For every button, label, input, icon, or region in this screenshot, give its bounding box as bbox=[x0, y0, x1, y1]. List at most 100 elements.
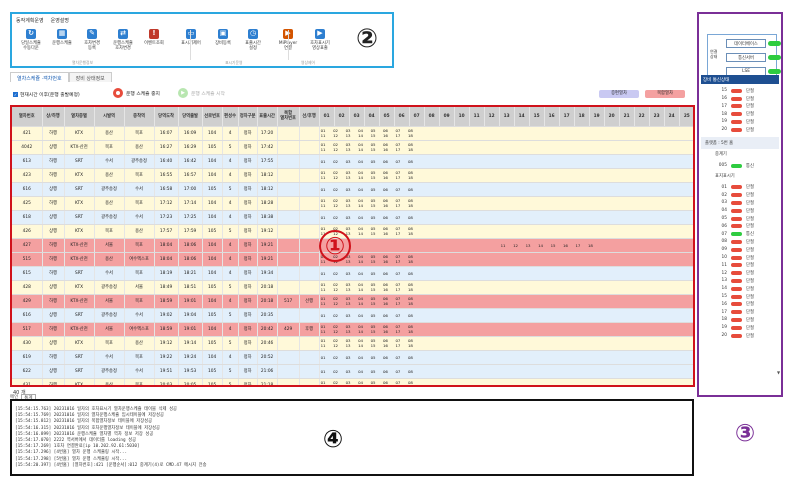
table-row[interactable]: 618 상행 SRT 광주송정 수서 17:23 17:25 104 4 정차 18:38 01 02… bbox=[12, 210, 693, 225]
column-header[interactable]: 상/하행 bbox=[42, 107, 65, 127]
section-header[interactable]: 플랫폼 : 5번 홈 bbox=[701, 136, 779, 149]
table-cell: 광주송정 bbox=[94, 210, 125, 225]
toolbar-button-alert[interactable]: ! 이벤트조회 bbox=[140, 29, 168, 46]
table-row[interactable]: 619 하행 SRT 수서 목포 19:22 19:24 104 4 정차 20:52 01 02 0… bbox=[12, 350, 693, 365]
table-row[interactable]: 622 상행 SRT 광주송정 수서 19:51 19:53 105 5 정차 21:06 01 02… bbox=[12, 364, 693, 379]
column-header[interactable]: 당역출발 bbox=[178, 107, 203, 127]
table-cell: 105 bbox=[202, 182, 223, 197]
column-header[interactable]: 시발역 bbox=[94, 107, 125, 127]
column-header[interactable]: 표출시간 bbox=[257, 107, 278, 127]
table-cell: KTX-산천 bbox=[64, 294, 95, 309]
column-header[interactable]: 11 bbox=[469, 107, 485, 127]
table-cell: 정차 bbox=[238, 280, 258, 295]
table-cell: KTX bbox=[64, 168, 95, 183]
scroll-down-icon[interactable]: ▼ bbox=[777, 370, 781, 380]
toolbar-button-edit[interactable]: ✎ 호차변경 등록 bbox=[78, 29, 106, 51]
table-row[interactable]: 515 하행 KTX-산천 용산 여수엑스포 18:04 18:06 104 4 정차 19:21 0… bbox=[12, 252, 693, 267]
table-row[interactable]: 430 상행 KTX 목포 용산 19:12 19:14 105 5 정차 20:46 01 02 0… bbox=[12, 336, 693, 351]
table-row[interactable]: 616 상행 SRT 광주송정 수서 16:58 17:00 105 5 정차 18:12 01 02… bbox=[12, 182, 693, 197]
column-header[interactable]: 12 bbox=[484, 107, 500, 127]
column-header[interactable]: 당역도착 bbox=[154, 107, 179, 127]
column-header[interactable]: 16 bbox=[544, 107, 560, 127]
stop-schedule-button[interactable]: 운행 스케쥴 중지 bbox=[113, 88, 160, 98]
table-cell: 5 bbox=[222, 364, 239, 379]
column-header[interactable]: 14 bbox=[514, 107, 530, 127]
table-row[interactable]: 431 하행 KTX 용산 목포 20:03 20:05 105 5 정차 21:18 01 02 0… bbox=[12, 378, 693, 385]
section-header[interactable]: 중계기 bbox=[701, 151, 779, 157]
table-row[interactable]: 616 상행 SRT 광주송정 수서 19:02 19:04 105 5 정차 20:35 01 02… bbox=[12, 308, 693, 323]
column-header[interactable]: 21 bbox=[619, 107, 635, 127]
status-led-icon bbox=[731, 112, 742, 117]
table-cell: 17:25 bbox=[178, 210, 203, 225]
column-header[interactable]: 19 bbox=[589, 107, 605, 127]
column-header[interactable]: 22 bbox=[634, 107, 650, 127]
column-header[interactable]: 18 bbox=[574, 107, 590, 127]
table-cell: 광주송정 bbox=[94, 182, 125, 197]
column-header[interactable]: 08 bbox=[424, 107, 440, 127]
table-row[interactable]: 429 하행 KTX-산천 서울 목포 18:59 19:01 104 4 정차 20:18 517 선… bbox=[12, 294, 693, 309]
table-cell: 상행 bbox=[42, 224, 65, 239]
column-header[interactable]: 02 bbox=[334, 107, 350, 127]
toolbar-button-swap[interactable]: ⇄ 운행스케쥴 호차변경 bbox=[109, 29, 137, 51]
after-now-checkbox[interactable]: ✓ 현재시간 이후(운행 출발예정) bbox=[13, 91, 80, 98]
table-cell: 상행 bbox=[42, 210, 65, 225]
table-cell: 정차 bbox=[238, 168, 258, 183]
column-header[interactable]: 24 bbox=[664, 107, 680, 127]
column-header[interactable]: 복합 열차번호 bbox=[277, 107, 300, 127]
tab-schedule[interactable]: 열차스케쥴 ·객차번호 bbox=[10, 72, 69, 82]
table-row[interactable]: 423 하행 KTX 용산 목포 16:55 16:57 104 4 정차 18:12 01 02 0… bbox=[12, 168, 693, 183]
column-header[interactable]: 07 bbox=[409, 107, 425, 127]
table-row[interactable]: 4042 상행 KTX-산천 목포 용산 16:27 16:29 105 5 정차 17:42 01 … bbox=[12, 140, 693, 155]
column-header[interactable]: 편성수 bbox=[222, 107, 239, 127]
column-header[interactable]: 05 bbox=[379, 107, 395, 127]
toolbar-button-monitor[interactable]: ▭표시기제어 bbox=[177, 29, 205, 46]
conn-item: 데이터베이스 bbox=[726, 39, 766, 48]
table-row[interactable]: 428 상행 KTX 광주송정 서울 18:49 18:51 105 5 정차 20:18 01 02… bbox=[12, 280, 693, 295]
toolbar-button-refresh[interactable]: ↻ 당일스케쥴 수동다운 bbox=[17, 29, 45, 51]
toolbar-button-calendar[interactable]: ▦ 운행스케쥴 bbox=[48, 29, 76, 46]
column-header[interactable]: 종착역 bbox=[124, 107, 155, 127]
column-header[interactable]: 15 bbox=[529, 107, 545, 127]
column-header[interactable]: 01 bbox=[319, 107, 335, 127]
column-header[interactable]: 23 bbox=[649, 107, 665, 127]
log-panel: [15:54:15.763] 20231016 일자의 호차표시기 열차운행스케… bbox=[10, 399, 694, 476]
column-header[interactable]: 열차번호 bbox=[12, 107, 43, 127]
table-row[interactable]: 425 하행 KTX 용산 목포 17:12 17:14 104 4 정차 18:28 01 02 0… bbox=[12, 196, 693, 211]
car-order-cell: 01 02 03 04 05 06 07 0811 12 13 14 15 16… bbox=[319, 196, 693, 211]
menu-item[interactable]: 운영설명 bbox=[51, 17, 69, 24]
device-row: 09 단절 bbox=[713, 246, 773, 254]
column-header[interactable]: 선로번호 bbox=[202, 107, 223, 127]
column-header[interactable]: 10 bbox=[454, 107, 470, 127]
column-header[interactable]: 17 bbox=[559, 107, 575, 127]
tab-device-status[interactable]: 장비 상태정보 bbox=[68, 72, 112, 82]
toolbar-button-video[interactable]: ▶ 호차표시기 영상표출 bbox=[306, 29, 334, 51]
table-cell: 하행 bbox=[42, 196, 65, 211]
column-header[interactable]: 25 bbox=[679, 107, 693, 127]
column-header[interactable]: 열차종별 bbox=[64, 107, 95, 127]
toolbar-button-device[interactable]: ▣ 장비등록 bbox=[209, 29, 237, 46]
column-header[interactable]: 선/후행 bbox=[299, 107, 320, 127]
column-header[interactable]: 정차구분 bbox=[238, 107, 258, 127]
column-header[interactable]: 06 bbox=[394, 107, 410, 127]
table-row[interactable]: 517 하행 KTX-산천 서울 여수엑스포 18:59 19:01 104 4 정차 20:42 4… bbox=[12, 322, 693, 337]
column-header[interactable]: 09 bbox=[439, 107, 455, 127]
device-number: 17 bbox=[721, 103, 727, 109]
table-row[interactable]: 613 하행 SRT 수서 광주송정 16:40 16:42 104 4 정차 17:55 01 02… bbox=[12, 154, 693, 169]
table-cell: 상행 bbox=[42, 280, 65, 295]
table-row[interactable]: 615 하행 SRT 수서 목포 18:19 18:21 104 4 정차 19:34 01 02 0… bbox=[12, 266, 693, 281]
status-led-icon bbox=[731, 286, 742, 291]
device-row: 06 단절 bbox=[713, 223, 773, 231]
table-row[interactable]: 427 하행 KTX-산천 서울 목포 18:04 18:06 104 4 정차 19:21 11 1… bbox=[12, 238, 693, 253]
column-header[interactable]: 20 bbox=[604, 107, 620, 127]
table-cell: 4 bbox=[222, 322, 239, 337]
column-header[interactable]: 03 bbox=[349, 107, 365, 127]
start-schedule-button[interactable]: ▶ 운행 스케쥴 시작 bbox=[178, 88, 225, 98]
menu-item[interactable]: 동작계획운영 bbox=[16, 17, 44, 24]
column-header[interactable]: 04 bbox=[364, 107, 380, 127]
table-cell: 목포 bbox=[94, 140, 125, 155]
toolbar-button-clock[interactable]: ◷ 표출시간 설정 bbox=[239, 29, 267, 51]
table-row[interactable]: 421 하행 KTX 용산 목포 16:07 16:09 104 4 정차 17:20 01 02 0… bbox=[12, 126, 693, 141]
column-header[interactable]: 13 bbox=[499, 107, 515, 127]
section-header[interactable]: 표지표시기 bbox=[701, 173, 779, 179]
table-row[interactable]: 426 상행 KTX 목포 용산 17:57 17:59 105 5 정차 19:12 01 02 0… bbox=[12, 224, 693, 239]
